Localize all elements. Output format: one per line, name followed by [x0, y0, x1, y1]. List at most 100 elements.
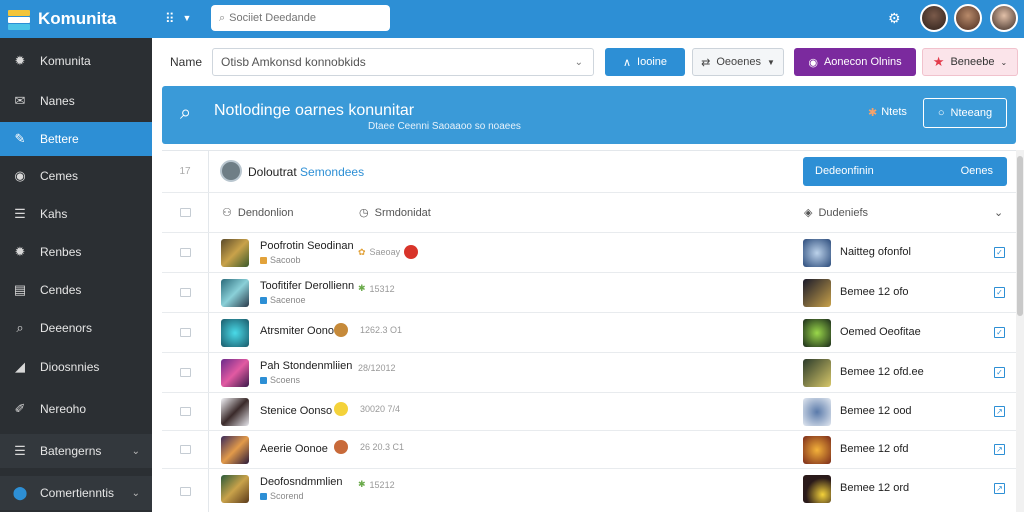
- row-checkbox[interactable]: [162, 233, 208, 272]
- row-right-label: Oemed Oeofitae: [840, 326, 921, 338]
- banner-subtitle: Dtaee Ceenni Saoaaoo so noaees: [368, 121, 521, 132]
- sidebar-item-nereoho[interactable]: ✐ Nereoho: [0, 392, 152, 426]
- row-checkbox[interactable]: [162, 313, 208, 352]
- select-all-checkbox[interactable]: [162, 193, 208, 232]
- gear-icon: ✹: [14, 244, 26, 259]
- name-label: Name: [170, 55, 203, 69]
- game-thumbnail: [803, 359, 831, 387]
- avatar[interactable]: [990, 4, 1018, 32]
- primary-button[interactable]: ∧ Iooine: [605, 48, 685, 76]
- row-meta: Scoens: [260, 375, 300, 385]
- checkbox[interactable]: [179, 328, 191, 337]
- table-row[interactable]: Poofrotin Seodinan Sacoob ✿ Saeoay Naitte…: [162, 233, 1016, 273]
- checkbox[interactable]: [179, 407, 191, 416]
- row-checked-icon[interactable]: ✓: [994, 287, 1005, 298]
- sidebar-item-cendes[interactable]: ▤ Cendes: [0, 273, 152, 307]
- sidebar-item-cemes[interactable]: ◉ Cemes: [0, 159, 152, 193]
- sidebar-item-label: Komunita: [40, 54, 91, 68]
- chevron-down-icon[interactable]: ⌄: [994, 206, 1003, 219]
- sidebar-item-kahs[interactable]: ☰ Kahs: [0, 197, 152, 231]
- row-meta: Scorend: [260, 491, 304, 501]
- row-checkbox[interactable]: [162, 469, 208, 512]
- column-header-2[interactable]: ◷ Srmdonidat: [359, 206, 431, 220]
- checkbox[interactable]: [179, 288, 191, 297]
- checkbox[interactable]: [179, 248, 191, 257]
- banner-note-label: Ntets: [881, 106, 907, 118]
- row-checked-icon[interactable]: ✓: [994, 367, 1005, 378]
- column-header-1[interactable]: ⚇ Dendonlion: [222, 206, 294, 220]
- search-input[interactable]: [229, 12, 370, 24]
- tag-icon: [260, 376, 267, 384]
- sidebar-item-bettere[interactable]: ✎ Bettere: [0, 122, 152, 156]
- tools-icon[interactable]: ⚙: [888, 10, 901, 27]
- options-button-label: Oeoenes: [716, 56, 761, 68]
- table-row[interactable]: Deofosndmmlien Scorend ✱ 15212 Bemee 12 o…: [162, 469, 1016, 512]
- top-search[interactable]: ⌕: [211, 5, 390, 31]
- row-unchecked-icon[interactable]: ↗: [994, 406, 1005, 417]
- purple-button[interactable]: ◉ Aonecon Olnins: [794, 48, 916, 76]
- checkbox[interactable]: [179, 208, 191, 217]
- sidebar-item-deeenors[interactable]: ⌕ Deeenors: [0, 311, 152, 345]
- table-row[interactable]: Aeerie Oonoe 26 20.3 C1 Bemee 12 ofd ↗: [162, 431, 1016, 469]
- table-action-right: Oenes: [960, 165, 993, 177]
- brand[interactable]: Komunita: [0, 0, 152, 38]
- sidebar-item-label: Batengerns: [40, 444, 102, 458]
- sidebar-item-dioosnnies[interactable]: ◢ Dioosnnies: [0, 350, 152, 384]
- table-title-accent: Semondees: [300, 165, 365, 179]
- column-divider: [208, 233, 209, 272]
- table-row[interactable]: Toofitifer Derollienn Sacenoe ✱ 15312 Bem…: [162, 273, 1016, 313]
- chevron-down-icon: ⌄: [1000, 57, 1008, 67]
- sidebar-item-batengerns[interactable]: ☰ Batengerns ⌄: [0, 434, 152, 468]
- sidebar-item-komunita[interactable]: ✹ Komunita: [0, 44, 152, 78]
- table-row[interactable]: Atrsmiter Oonod 1262.3 O1 Oemed Oeofitae…: [162, 313, 1016, 353]
- game-thumbnail: [221, 239, 249, 267]
- table-row[interactable]: Stenice Oonso 30020 7/4 Bemee 12 ood ↗: [162, 393, 1016, 431]
- row-right-label: Naitteg ofonfol: [840, 246, 911, 258]
- search-icon: ⌕: [219, 11, 226, 24]
- row-checkbox[interactable]: [162, 431, 208, 468]
- search-icon: ⌕: [16, 320, 24, 335]
- table-scrollbar[interactable]: [1016, 150, 1024, 512]
- row-checkbox[interactable]: [162, 273, 208, 312]
- chevron-down-icon: ⌄: [574, 56, 583, 68]
- column-header-3[interactable]: ◈ Dudeniefs: [804, 206, 868, 220]
- row-checkbox[interactable]: [162, 393, 208, 430]
- leaf-icon: ✱: [358, 479, 366, 489]
- table-action-button[interactable]: Dedeonfinin Oenes: [803, 157, 1007, 186]
- row-unchecked-icon[interactable]: ↗: [994, 444, 1005, 455]
- row-checkbox[interactable]: [162, 353, 208, 392]
- game-thumbnail: [803, 279, 831, 307]
- checkbox[interactable]: [179, 486, 191, 496]
- avatar[interactable]: [954, 4, 982, 32]
- chevron-down-icon: ⌄: [131, 445, 140, 457]
- avatar[interactable]: [920, 4, 948, 32]
- app-title: Komunita: [38, 9, 117, 28]
- row-meta-label: Sacoob: [270, 255, 301, 265]
- sidebar-item-nanes[interactable]: ✉ Nanes: [0, 84, 152, 118]
- game-thumbnail: [221, 279, 249, 307]
- sidebar-item-comertienntis[interactable]: ⬤ Comertienntis ⌄: [0, 476, 152, 510]
- options-button[interactable]: ⇄ Oeoenes ▼: [692, 48, 784, 76]
- name-select[interactable]: Otisb Amkonsd konnobkids ⌄: [212, 48, 594, 76]
- row-unchecked-icon[interactable]: ↗: [994, 483, 1005, 494]
- tag-icon: [260, 256, 267, 264]
- table-row[interactable]: Pah Stondenmliien Scoens 28/12012 Bemee …: [162, 353, 1016, 393]
- row-right-label: Bemee 12 ord: [840, 482, 910, 494]
- game-thumbnail: [803, 398, 831, 426]
- game-thumbnail: [221, 319, 249, 347]
- row-checked-icon[interactable]: ✓: [994, 247, 1005, 258]
- scrollbar-thumb[interactable]: [1017, 156, 1023, 316]
- apps-grid-button[interactable]: ⠿ ▼: [165, 11, 191, 27]
- sidebar-item-label: Nanes: [40, 94, 75, 108]
- checkbox[interactable]: [179, 445, 191, 454]
- table-action-left: Dedeonfinin: [815, 165, 874, 177]
- star-icon: ✿: [358, 246, 366, 257]
- row-checked-icon[interactable]: ✓: [994, 327, 1005, 338]
- coin-icon: [334, 323, 348, 337]
- banner-note[interactable]: ✱ Ntets: [868, 106, 907, 119]
- favorite-button[interactable]: ★ Beneebe ⌄: [922, 48, 1018, 76]
- banner-button[interactable]: ○ Nteeang: [923, 98, 1007, 128]
- sidebar-item-renbes[interactable]: ✹ Renbes: [0, 235, 152, 269]
- favorite-button-label: Beneebe: [950, 56, 995, 68]
- checkbox[interactable]: [179, 368, 191, 377]
